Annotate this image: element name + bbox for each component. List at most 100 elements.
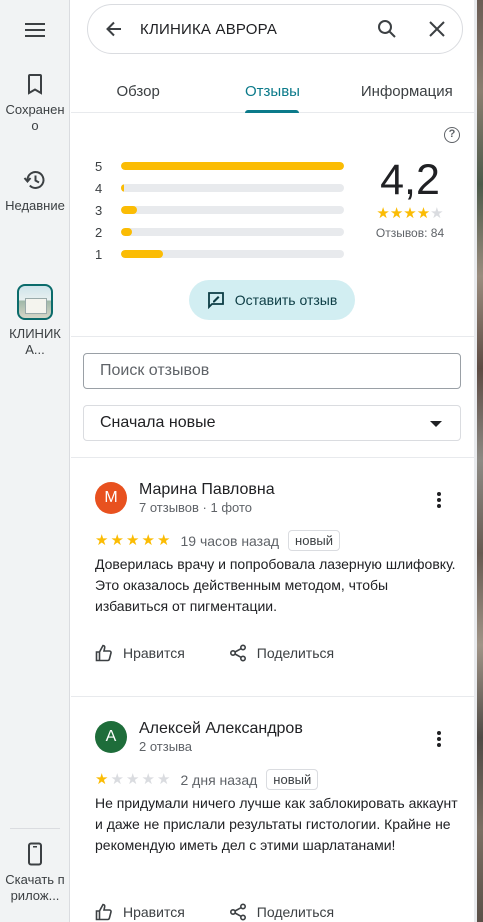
rail-place-label: КЛИНИК А...	[9, 326, 61, 357]
search-button[interactable]	[362, 5, 412, 53]
search-box[interactable]: КЛИНИКА АВРОРА	[87, 4, 463, 54]
search-icon	[378, 20, 396, 38]
histogram-label: 1	[95, 246, 103, 262]
thumb-up-icon	[95, 644, 112, 662]
rail-place[interactable]: КЛИНИК А...	[0, 284, 70, 358]
review-text: Доверилась врачу и попробовала лазерную …	[95, 556, 456, 614]
share-button[interactable]: Поделиться	[217, 638, 346, 668]
share-button[interactable]: Поделиться	[217, 897, 346, 922]
histogram-label: 4	[95, 180, 103, 196]
write-review-button[interactable]: Оставить отзыв	[189, 280, 355, 320]
review-rating: ★ ★ ★ ★ ★ 2 дня назад новый	[95, 769, 319, 790]
review-rating: ★ ★ ★ ★ ★ 19 часов назад новый	[95, 530, 340, 551]
histogram-bar	[121, 250, 344, 258]
histogram-bar	[121, 162, 344, 170]
review-count: Отзывов: 84	[375, 226, 445, 240]
like-button[interactable]: Нравится	[83, 897, 197, 922]
star-icon: ★	[126, 770, 140, 788]
star-icon: ★	[389, 205, 404, 222]
star-icon: ★	[95, 531, 109, 549]
share-label: Поделиться	[256, 645, 335, 661]
thumb-up-icon	[95, 903, 112, 921]
tabs: Обзор Отзывы Информация	[71, 66, 474, 113]
review-stars: ★ ★ ★ ★ ★	[95, 770, 173, 788]
rate-review-icon	[207, 292, 224, 309]
search-reviews-input[interactable]: Поиск отзывов	[83, 353, 461, 389]
histogram-label: 3	[95, 202, 103, 218]
divider	[71, 336, 474, 337]
rail-divider	[10, 828, 60, 829]
histogram-fill	[121, 184, 125, 192]
histogram-bar	[121, 206, 344, 214]
star-icon: ★	[416, 205, 431, 222]
review-time: 2 дня назад	[180, 771, 258, 788]
dropdown-arrow-icon	[430, 421, 442, 427]
review-text: Не придумали ничего лучше как заблокиров…	[95, 795, 458, 853]
histogram-row[interactable]: 1	[95, 243, 344, 265]
like-button[interactable]: Нравится	[83, 638, 197, 668]
histogram-row[interactable]: 5	[95, 155, 344, 177]
review-actions: Нравится Поделиться	[95, 897, 386, 922]
reviewer-name[interactable]: Марина Павловна	[139, 481, 275, 499]
search-query[interactable]: КЛИНИКА АВРОРА	[140, 21, 362, 38]
histogram-bar	[121, 184, 344, 192]
star-icon: ★	[430, 205, 444, 222]
left-rail: Сохранено Недавние КЛИНИК А... Скачать п…	[0, 0, 70, 922]
rail-saved-label: Сохранено	[5, 102, 65, 133]
rail-recent-label: Недавние	[5, 198, 65, 213]
rail-download-app[interactable]: Скачать прилож...	[0, 842, 70, 904]
star-icon: ★	[141, 770, 155, 788]
avatar[interactable]: А	[95, 721, 127, 753]
histogram-label: 2	[95, 224, 103, 240]
write-review-label: Оставить отзыв	[234, 292, 338, 308]
history-icon	[23, 171, 45, 189]
reviewer-meta: 7 отзывов · 1 фото	[139, 500, 253, 515]
histogram-row[interactable]: 2	[95, 221, 344, 243]
avatar[interactable]: М	[95, 482, 127, 514]
rail-recent[interactable]: Недавние	[0, 168, 70, 214]
rating-histogram: 5 4 3 2 1	[95, 155, 344, 265]
histogram-fill	[121, 162, 344, 170]
histogram-label: 5	[95, 158, 103, 174]
tab-overview[interactable]: Обзор	[71, 66, 205, 112]
close-icon	[429, 21, 445, 37]
review-actions: Нравится Поделиться	[95, 638, 386, 668]
star-icon: ★	[110, 770, 124, 788]
tab-reviews[interactable]: Отзывы	[205, 66, 339, 112]
rail-saved[interactable]: Сохранено	[0, 72, 70, 134]
star-icon: ★	[403, 205, 417, 222]
new-badge: новый	[288, 530, 340, 551]
share-icon	[229, 903, 246, 921]
clear-button[interactable]	[412, 5, 462, 53]
place-thumbnail	[17, 284, 53, 320]
star-icon: ★	[157, 531, 171, 549]
star-icon: ★	[110, 531, 124, 549]
more-options-icon[interactable]	[429, 727, 449, 751]
rating-summary: 4,2 ★ ★ ★ ★ ★ Отзывов: 84	[366, 156, 454, 240]
star-icon: ★	[95, 770, 109, 788]
rating-stars: ★ ★ ★ ★ ★	[366, 206, 454, 222]
back-button[interactable]	[88, 5, 140, 53]
rail-download-label: Скачать прилож...	[5, 872, 65, 903]
star-icon: ★	[157, 770, 171, 788]
histogram-bar	[121, 228, 344, 236]
more-options-icon[interactable]	[429, 488, 449, 512]
star-icon: ★	[141, 531, 155, 549]
sort-value: Сначала новые	[100, 414, 216, 431]
menu-icon[interactable]	[23, 20, 47, 38]
sort-select[interactable]: Сначала новые	[83, 405, 461, 441]
star-icon: ★	[376, 205, 390, 222]
bookmark-icon	[28, 74, 42, 95]
reviewer-meta: 2 отзыва	[139, 739, 193, 754]
divider	[71, 696, 474, 697]
reviews-panel: КЛИНИКА АВРОРА Обзор Отзывы Информация ?…	[71, 0, 474, 922]
histogram-row[interactable]: 4	[95, 177, 344, 199]
histogram-row[interactable]: 3	[95, 199, 344, 221]
like-label: Нравится	[123, 904, 185, 920]
help-icon[interactable]: ?	[444, 127, 460, 143]
tab-info[interactable]: Информация	[340, 66, 474, 112]
star-icon: ★	[126, 531, 140, 549]
histogram-fill	[121, 250, 164, 258]
new-badge: новый	[266, 769, 319, 790]
reviewer-name[interactable]: Алексей Александров	[139, 720, 303, 738]
